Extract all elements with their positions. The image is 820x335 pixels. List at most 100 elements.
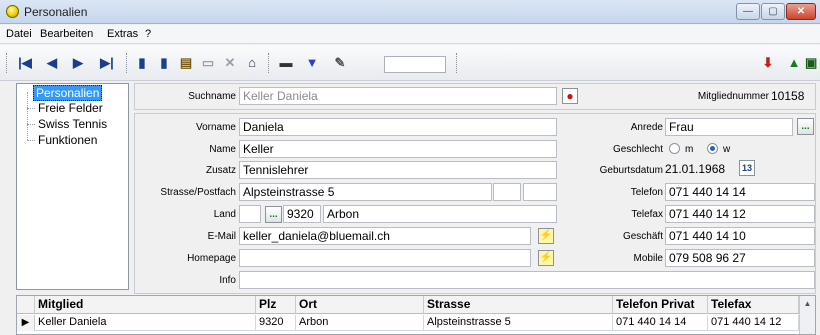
maximize-button[interactable]: ▢	[761, 3, 785, 20]
toolbar-separator	[126, 53, 129, 73]
edit-record-icon[interactable]: ▤	[178, 55, 194, 71]
email-field[interactable]: keller_daniela@bluemail.ch	[239, 227, 531, 245]
mitgliednummer-label: Mitgliednummer	[697, 91, 769, 102]
grid-header-telefax[interactable]: Telefax	[708, 296, 799, 314]
personal-data-panel: Vorname Daniela Name Keller Zusatz Tenni…	[134, 113, 816, 294]
copy-record-icon[interactable]: ▮	[134, 55, 150, 71]
menu-help[interactable]: ?	[145, 28, 151, 40]
land-field[interactable]	[239, 205, 261, 223]
grid-corner	[17, 296, 35, 314]
telefon-field[interactable]: 071 440 14 14	[665, 183, 815, 201]
geschlecht-option-w: w	[723, 144, 731, 155]
geschlecht-label: Geschlecht	[612, 144, 663, 155]
anrede-picker-button[interactable]: ...	[797, 118, 814, 135]
prev-record-icon[interactable]: ◀	[44, 55, 60, 71]
minimize-button[interactable]: —	[736, 3, 760, 20]
grid-header-telefon-privat[interactable]: Telefon Privat	[613, 296, 708, 314]
scroll-up-icon[interactable]: ▲	[799, 296, 815, 334]
name-field[interactable]: Keller	[239, 140, 557, 158]
filter-icon[interactable]: ▼	[304, 55, 320, 71]
zusatz-field[interactable]: Tennislehrer	[239, 161, 557, 179]
tree-item-swiss-tennis[interactable]: Swiss Tennis	[38, 117, 107, 131]
title-bar: Personalien — ▢ ✕	[0, 0, 820, 24]
geschaeft-field[interactable]: 071 440 14 10	[665, 227, 815, 245]
strasse-field[interactable]: Alpsteinstrasse 5	[239, 183, 492, 201]
geschlecht-radio-w[interactable]	[707, 143, 718, 154]
suchname-label: Suchname	[188, 91, 236, 102]
email-label: E-Mail	[207, 231, 236, 242]
plz-field[interactable]: 9320	[283, 205, 321, 223]
disk-icon[interactable]: ▣	[805, 55, 817, 71]
close-button[interactable]: ✕	[786, 3, 816, 20]
homepage-label: Homepage	[187, 253, 236, 264]
table-cell[interactable]: Alpsteinstrasse 5	[424, 315, 613, 331]
home-icon[interactable]: ⌂	[244, 55, 260, 71]
menu-bearbeiten[interactable]: Bearbeiten	[40, 28, 93, 40]
mobile-field[interactable]: 079 508 96 27	[665, 249, 815, 267]
mobile-label: Mobile	[633, 253, 663, 264]
next-record-icon[interactable]: ▶	[70, 55, 86, 71]
app-icon	[6, 5, 19, 18]
land-label: Land	[213, 209, 236, 220]
open-homepage-icon[interactable]: ⚡	[538, 250, 554, 266]
table-cell[interactable]: Keller Daniela	[35, 315, 256, 331]
homepage-field[interactable]	[239, 249, 531, 267]
current-row-indicator-icon: ▶	[17, 315, 35, 331]
geschlecht-radio-m[interactable]	[669, 143, 680, 154]
grid-header-strasse[interactable]: Strasse	[424, 296, 613, 314]
strasse-label: Strasse/Postfach	[160, 187, 236, 198]
strasse-field-3[interactable]	[523, 183, 557, 201]
tree-connector	[27, 108, 35, 109]
search-panel: Suchname Keller Daniela ● Mitgliednummer…	[134, 83, 816, 110]
last-record-icon[interactable]: ▶|	[96, 55, 118, 71]
land-picker-button[interactable]: ...	[265, 206, 282, 223]
mitgliednummer-value: 10158	[771, 89, 805, 103]
send-email-icon[interactable]: ⚡	[538, 228, 554, 244]
calendar-icon[interactable]: 13	[739, 160, 755, 176]
suchname-field[interactable]: Keller Daniela	[239, 87, 557, 105]
delete-record-icon[interactable]: ✕	[222, 55, 238, 71]
ort-field[interactable]: Arbon	[323, 205, 557, 223]
tree-item-freie-felder[interactable]: Freie Felder	[38, 101, 103, 115]
grid-header-plz[interactable]: Plz	[256, 296, 296, 314]
info-field[interactable]	[239, 271, 815, 289]
tree-item-personalien[interactable]: Personalien	[33, 85, 103, 101]
import-icon[interactable]: ▲	[786, 55, 802, 71]
tree-connector	[27, 124, 35, 125]
new-record-icon[interactable]: ▮	[156, 55, 172, 71]
table-cell[interactable]: 071 440 14 14	[613, 315, 708, 331]
anrede-label: Anrede	[630, 122, 663, 133]
members-grid: Mitglied Plz Ort Strasse Telefon Privat …	[16, 295, 816, 335]
anrede-field[interactable]: Frau	[665, 118, 793, 136]
table-cell[interactable]: 9320	[256, 315, 296, 331]
tree-item-funktionen[interactable]: Funktionen	[38, 133, 97, 147]
info-label: Info	[219, 275, 236, 286]
geburtsdatum-value[interactable]: 21.01.1968	[665, 162, 739, 176]
export-icon[interactable]: ⬇	[760, 55, 776, 71]
print-icon[interactable]: ▬	[278, 55, 294, 71]
toolbar-search-input[interactable]	[384, 56, 446, 73]
grid-header-mitglied[interactable]: Mitglied	[35, 296, 256, 314]
search-person-icon[interactable]: ●	[562, 88, 578, 104]
save-record-icon[interactable]: ▭	[200, 55, 216, 71]
menu-bar: Datei Bearbeiten Extras ?	[0, 25, 820, 44]
menu-extras[interactable]: Extras	[107, 28, 138, 40]
telefon-label: Telefon	[630, 187, 663, 198]
strasse-field-2[interactable]	[493, 183, 521, 201]
geschaeft-label: Geschäft	[622, 231, 663, 242]
menu-datei[interactable]: Datei	[6, 28, 32, 40]
table-cell[interactable]: 071 440 14 12	[708, 315, 799, 331]
vorname-label: Vorname	[195, 122, 236, 133]
table-cell[interactable]: Arbon	[296, 315, 424, 331]
first-record-icon[interactable]: |◀	[14, 55, 36, 71]
tree-connector	[27, 92, 28, 140]
name-label: Name	[209, 144, 236, 155]
telefax-field[interactable]: 071 440 14 12	[665, 205, 815, 223]
toolbar-grip[interactable]	[6, 53, 9, 73]
clear-filter-icon[interactable]: ✎	[332, 55, 348, 71]
vorname-field[interactable]: Daniela	[239, 118, 557, 136]
grid-header-ort[interactable]: Ort	[296, 296, 424, 314]
geschlecht-option-m: m	[685, 144, 694, 155]
toolbar-separator	[268, 53, 271, 73]
tree-connector	[27, 140, 35, 141]
